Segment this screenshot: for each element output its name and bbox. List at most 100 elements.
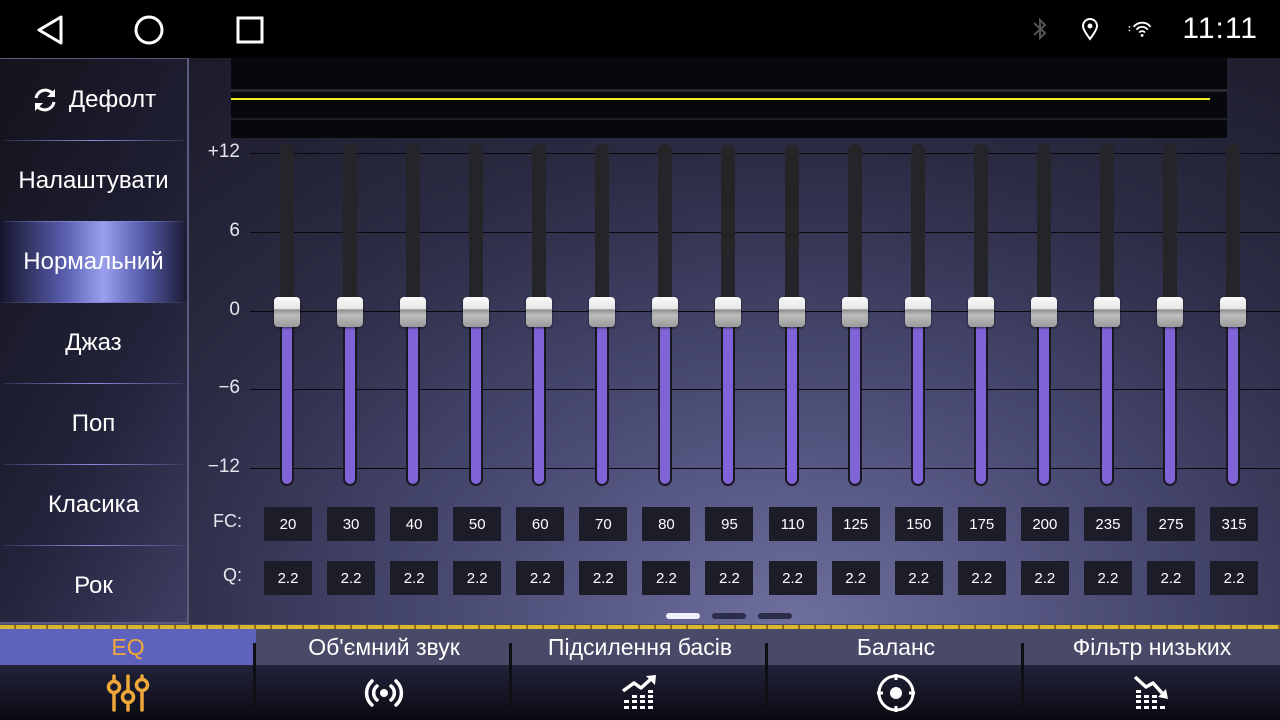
fc-value-box[interactable]: 30 [327,507,376,541]
slider-thumb[interactable] [967,296,994,327]
band-slider-50[interactable] [456,144,496,484]
fc-value-box[interactable]: 20 [264,507,312,541]
slider-thumb[interactable] [337,296,364,327]
slider-thumb[interactable] [589,296,616,327]
page-dot-1[interactable] [666,613,700,619]
eq-response-curve [231,98,1210,100]
slider-thumb[interactable] [526,296,553,327]
curve-guide-top [231,89,1227,92]
band-slider-315[interactable] [1213,144,1253,484]
q-value-box[interactable]: 2.2 [1083,561,1132,595]
fc-value-box[interactable]: 50 [453,507,502,541]
preset-list: Дефолт Налаштувати Нормальний Джаз Поп К… [0,58,189,624]
fc-value-box[interactable]: 235 [1083,507,1132,541]
slider-fill [471,310,482,484]
slider-thumb[interactable] [904,296,931,327]
q-value-box[interactable]: 2.2 [264,561,312,595]
tab-surround[interactable]: Об'ємний звук [256,629,512,720]
tab-bass-boost[interactable]: Підсилення басів [512,629,768,720]
band-slider-95[interactable] [708,144,748,484]
q-value-box[interactable]: 2.2 [327,561,376,595]
q-value-box[interactable]: 2.2 [642,561,691,595]
slider-thumb[interactable] [778,296,805,327]
tab-label: EQ [0,629,256,665]
band-slider-275[interactable] [1150,144,1190,484]
tab-label: Баланс [768,629,1024,665]
q-value-box[interactable]: 2.2 [957,561,1006,595]
tab-low-pass-filter[interactable]: Фільтр низьких [1024,629,1280,720]
band-slider-40[interactable] [393,144,433,484]
band-slider-125[interactable] [835,144,875,484]
fc-value-box[interactable]: 200 [1020,507,1069,541]
q-value-box[interactable]: 2.2 [453,561,502,595]
slider-thumb[interactable] [1220,296,1247,327]
band-slider-70[interactable] [582,144,622,484]
status-bar: 11:11 [0,0,1280,58]
q-value-box[interactable]: 2.2 [705,561,754,595]
status-icons: 11:11 [1028,10,1258,48]
fc-value-box[interactable]: 175 [957,507,1006,541]
band-slider-235[interactable] [1087,144,1127,484]
slider-thumb[interactable] [1030,296,1057,327]
q-value-box[interactable]: 2.2 [390,561,439,595]
page-indicator [666,613,792,619]
slider-thumb[interactable] [400,296,427,327]
band-slider-80[interactable] [645,144,685,484]
home-button[interactable] [131,12,167,48]
q-value-box[interactable]: 2.2 [579,561,628,595]
slider-fill [912,310,923,484]
fc-value-box[interactable]: 125 [831,507,880,541]
slider-thumb[interactable] [463,296,490,327]
band-slider-20[interactable] [267,144,307,484]
preset-rock[interactable]: Рок [0,545,187,624]
q-value-box[interactable]: 2.2 [768,561,817,595]
q-value-box[interactable]: 2.2 [1210,561,1259,595]
band-slider-200[interactable] [1024,144,1064,484]
fc-value-box[interactable]: 70 [579,507,628,541]
slider-thumb[interactable] [652,296,679,327]
fc-value-box[interactable]: 110 [768,507,817,541]
preset-label: Дефолт [68,85,157,113]
band-slider-150[interactable] [898,144,938,484]
slider-fill [597,310,608,484]
q-value-box[interactable]: 2.2 [894,561,943,595]
fc-row-label: FC: [213,511,242,531]
page-dot-3[interactable] [758,613,792,619]
slider-thumb[interactable] [841,296,868,327]
preset-default[interactable]: Дефолт [0,59,187,140]
slider-thumb[interactable] [274,296,300,327]
preset-normal[interactable]: Нормальний [0,221,187,302]
tab-balance[interactable]: Баланс [768,629,1024,720]
preset-pop[interactable]: Поп [0,383,187,464]
band-slider-175[interactable] [961,144,1001,484]
slider-fill [282,310,292,484]
slider-thumb[interactable] [1093,296,1120,327]
fc-value-box[interactable]: 95 [705,507,754,541]
fc-value-box[interactable]: 315 [1210,507,1259,541]
preset-classic[interactable]: Класика [0,464,187,545]
page-dot-2[interactable] [712,613,746,619]
band-slider-30[interactable] [330,144,370,484]
fc-value-box[interactable]: 80 [642,507,691,541]
q-value-box[interactable]: 2.2 [1146,561,1195,595]
eq-curve-display [231,58,1227,138]
band-slider-110[interactable] [772,144,812,484]
preset-jazz[interactable]: Джаз [0,302,187,383]
fc-value-box[interactable]: 275 [1146,507,1195,541]
back-button[interactable] [32,12,68,48]
fc-value-box[interactable]: 60 [516,507,565,541]
q-value-box[interactable]: 2.2 [516,561,565,595]
q-value-box[interactable]: 2.2 [1020,561,1069,595]
slider-thumb[interactable] [715,296,742,327]
preset-custom[interactable]: Налаштувати [0,140,187,221]
band-slider-60[interactable] [519,144,559,484]
axis-tick-label: +12 [207,141,240,162]
recents-button[interactable] [232,12,268,48]
fc-value-box[interactable]: 150 [894,507,943,541]
fc-value-box[interactable]: 40 [390,507,439,541]
q-value-box[interactable]: 2.2 [831,561,880,595]
tab-eq[interactable]: EQ [0,629,256,720]
slider-thumb[interactable] [1156,296,1183,327]
preset-label: Джаз [65,328,122,356]
recents-square-icon [236,16,264,44]
